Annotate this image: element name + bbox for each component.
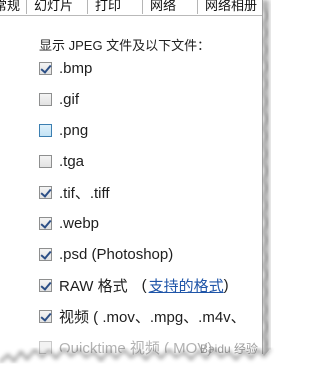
torn-edge-shadow	[0, 0, 293, 390]
